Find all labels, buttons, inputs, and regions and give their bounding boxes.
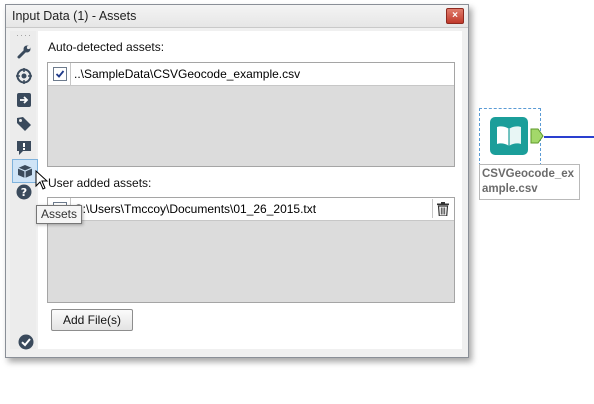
input-data-dialog: Input Data (1) - Assets × ···· ? Auto-de… [5,4,469,358]
wrench-icon[interactable] [15,43,33,61]
asset-path: C:\Users\Tmccoy\Documents\01_26_2015.txt [74,202,317,216]
input-data-tool-node[interactable] [490,117,528,155]
asset-path: ..\SampleData\CSVGeocode_example.csv [74,67,301,81]
title-bar[interactable]: Input Data (1) - Assets × [6,5,468,28]
comment-alert-icon[interactable] [15,139,33,157]
node-label: CSVGeocode_example.csv [479,164,580,200]
add-files-button[interactable]: Add File(s) [51,309,133,331]
tag-icon[interactable] [15,115,33,133]
side-toolbar: ···· ? [10,30,38,349]
delete-asset-button[interactable] [432,199,453,218]
assets-tooltip: Assets [36,205,82,224]
target-icon[interactable] [15,67,33,85]
arrow-right-icon[interactable] [15,91,33,109]
auto-detected-label: Auto-detected assets: [48,40,165,54]
list-item[interactable]: ..\SampleData\CSVGeocode_example.csv [48,63,454,86]
output-anchor-icon[interactable] [530,128,544,144]
user-added-label: User added assets: [48,176,152,190]
close-button[interactable]: × [446,8,464,24]
book-icon [497,126,521,146]
checkmark-icon[interactable] [18,334,34,350]
user-added-list[interactable]: C:\Users\Tmccoy\Documents\01_26_2015.txt [47,197,455,303]
help-icon[interactable]: ? [15,183,33,201]
svg-text:?: ? [21,186,27,199]
auto-detected-list[interactable]: ..\SampleData\CSVGeocode_example.csv [47,62,455,167]
asset-checkbox[interactable] [53,67,67,81]
close-icon: × [452,10,458,21]
list-item[interactable]: C:\Users\Tmccoy\Documents\01_26_2015.txt [48,198,454,221]
toolbar-grip: ···· [16,30,32,40]
assets-panel: Auto-detected assets: ..\SampleData\CSVG… [38,31,462,349]
row-divider [70,63,71,85]
trash-icon [437,201,449,216]
mouse-cursor-icon [35,169,49,190]
window-title: Input Data (1) - Assets [12,9,137,23]
connection-line [544,136,594,138]
